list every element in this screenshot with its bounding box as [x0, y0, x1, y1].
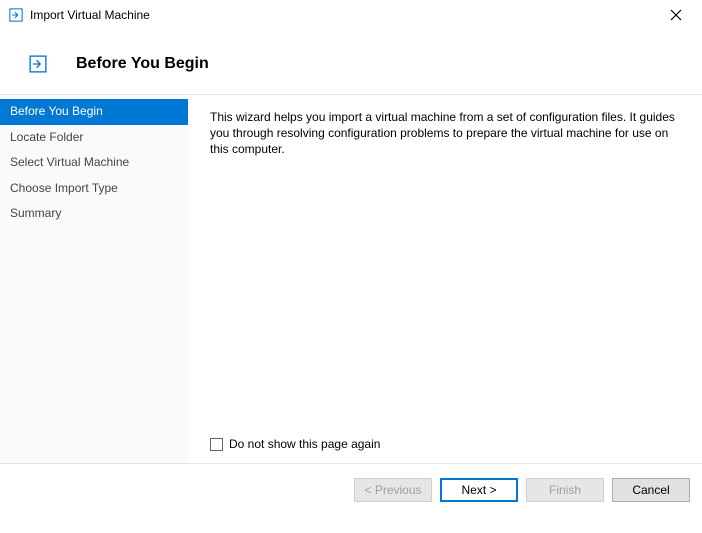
page-title: Before You Begin — [76, 55, 209, 73]
window-title: Import Virtual Machine — [30, 8, 150, 22]
step-select-virtual-machine[interactable]: Select Virtual Machine — [0, 150, 188, 176]
header: Before You Begin — [0, 30, 702, 94]
step-before-you-begin[interactable]: Before You Begin — [0, 99, 188, 125]
step-choose-import-type[interactable]: Choose Import Type — [0, 176, 188, 202]
app-icon — [8, 7, 24, 23]
title-bar: Import Virtual Machine — [0, 0, 702, 30]
finish-button: Finish — [526, 478, 604, 502]
step-summary[interactable]: Summary — [0, 201, 188, 227]
step-locate-folder[interactable]: Locate Folder — [0, 125, 188, 151]
do-not-show-again-row[interactable]: Do not show this page again — [210, 437, 380, 451]
wizard-icon — [28, 54, 48, 74]
checkbox-icon[interactable] — [210, 438, 223, 451]
next-button[interactable]: Next > — [440, 478, 518, 502]
previous-button: < Previous — [354, 478, 432, 502]
close-icon — [670, 9, 682, 21]
footer-buttons: < Previous Next > Finish Cancel — [0, 464, 702, 516]
wizard-description: This wizard helps you import a virtual m… — [210, 109, 684, 158]
checkbox-label: Do not show this page again — [229, 437, 380, 451]
wizard-steps-sidebar: Before You Begin Locate Folder Select Vi… — [0, 95, 188, 463]
main-panel: This wizard helps you import a virtual m… — [188, 95, 702, 463]
cancel-button[interactable]: Cancel — [612, 478, 690, 502]
close-button[interactable] — [660, 3, 692, 27]
content-area: Before You Begin Locate Folder Select Vi… — [0, 94, 702, 464]
